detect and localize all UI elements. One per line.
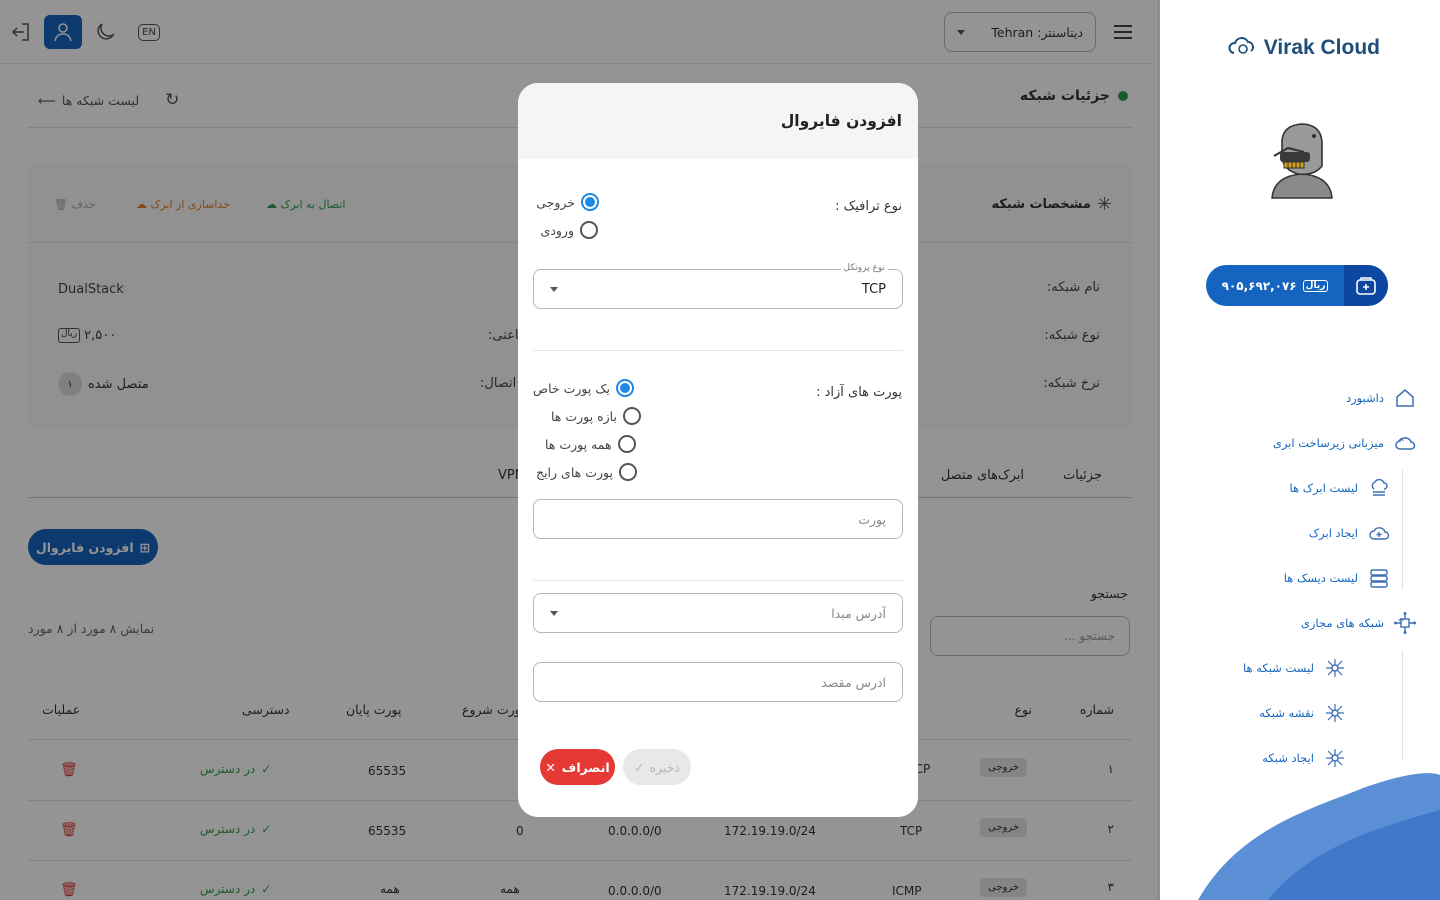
dialog-title: افزودن فایروال	[780, 112, 902, 130]
source-placeholder: آدرس مبدا	[831, 605, 886, 621]
sidebar-item-label: لیست شبکه ها	[1242, 661, 1314, 675]
traffic-option-outbound[interactable]: خروجی	[533, 193, 599, 211]
radio-label: بازه پورت ها	[551, 408, 617, 424]
protocol-select[interactable]: نوع پروتکل TCP	[533, 263, 903, 309]
radio-label: ورودی	[540, 222, 574, 238]
cloud-list-icon	[1366, 475, 1392, 501]
radio-label: همه پورت ها	[545, 436, 612, 452]
network-list-icon	[1322, 655, 1348, 681]
home-icon	[1392, 385, 1418, 411]
radio-label: یک پورت خاص	[533, 380, 611, 396]
cancel-label: انصراف	[561, 759, 610, 775]
wallet-add-icon	[1356, 276, 1376, 295]
radio-unchecked-icon[interactable]	[580, 221, 598, 239]
dialog-header: افزودن فایروال	[518, 83, 918, 159]
check-icon: ✓	[634, 759, 645, 775]
chevron-down-icon	[550, 286, 558, 292]
port-placeholder: پورت	[858, 511, 886, 527]
divider	[533, 580, 903, 581]
radio-label: پورت های رایج	[536, 464, 613, 480]
sidebar-item-virtual-networks[interactable]: شبکه های مجازی ⌃	[1159, 608, 1440, 638]
sidebar-item-label: لیست ابرک ها	[1289, 481, 1358, 495]
cancel-button[interactable]: انصراف ✕	[540, 749, 615, 785]
robot-avatar-icon	[1271, 123, 1333, 199]
divider	[533, 350, 903, 351]
sidebar-item-label: ایجاد شبکه	[1262, 751, 1314, 765]
sidebar-item-create-cloud[interactable]: ایجاد ابرک	[1159, 518, 1440, 548]
sidebar-item-cloud-hosting[interactable]: میزبانی زیرساخت ابری ⌃	[1159, 428, 1440, 458]
destination-address-input[interactable]: ادرس مقصد	[533, 662, 903, 702]
port-option-common[interactable]: پورت های رایج	[536, 463, 637, 481]
brand-name: Virak Cloud	[1263, 36, 1380, 59]
sidebar-item-label: نقشه شبکه	[1259, 706, 1314, 720]
decorative-wave	[1198, 773, 1440, 900]
sidebar-item-network-list[interactable]: لیست شبکه ها	[1159, 653, 1440, 683]
port-option-range[interactable]: بازه پورت ها	[551, 407, 641, 425]
radio-unchecked-icon[interactable]	[617, 435, 636, 453]
radio-checked-icon[interactable]	[616, 379, 635, 397]
sidebar-item-disk-list[interactable]: لیست دیسک ها	[1159, 563, 1440, 593]
chevron-down-icon	[550, 610, 558, 616]
avatar	[1264, 118, 1340, 200]
destination-placeholder: ادرس مقصد	[821, 674, 886, 690]
protocol-value: TCP	[861, 281, 886, 297]
protocol-legend: نوع پروتکل	[840, 263, 888, 273]
add-firewall-dialog: افزودن فایروال نوع ترافیک : خروجی ورودی …	[518, 83, 918, 817]
sidebar-item-create-network[interactable]: ایجاد شبکه	[1159, 743, 1440, 773]
close-icon: ✕	[545, 759, 556, 775]
save-button[interactable]: ذخیره ✓	[623, 749, 691, 785]
wallet-add-button[interactable]	[1344, 265, 1388, 306]
disk-icon	[1366, 565, 1392, 591]
rial-icon: ریال	[1302, 279, 1329, 292]
radio-unchecked-icon[interactable]	[618, 463, 637, 481]
source-address-select[interactable]: آدرس مبدا	[533, 593, 903, 633]
chevron-up-icon[interactable]: ⌃	[1396, 436, 1406, 450]
network-add-icon	[1322, 745, 1348, 771]
sidebar-item-label: میزبانی زیرساخت ابری	[1272, 436, 1384, 450]
wallet-balance[interactable]: ۹۰۵,۶۹۲,۰۷۶ ریال	[1206, 265, 1388, 306]
sidebar-item-dashboard[interactable]: داشبورد	[1159, 383, 1440, 413]
radio-checked-icon[interactable]	[581, 193, 599, 211]
open-ports-label: پورت های آزاد :	[816, 385, 902, 400]
port-option-all[interactable]: همه پورت ها	[545, 435, 636, 453]
wallet-amount-value: ۹۰۵,۶۹۲,۰۷۶	[1221, 278, 1297, 293]
sidebar-item-label: ایجاد ابرک	[1308, 526, 1358, 540]
sidebar-item-label: شبکه های مجازی	[1300, 616, 1384, 630]
port-option-single[interactable]: یک پورت خاص	[533, 379, 635, 397]
network-map-icon	[1322, 700, 1348, 726]
radio-label: خروجی	[536, 194, 575, 210]
cloud-add-icon	[1366, 520, 1392, 546]
brand-logo[interactable]: Virak Cloud	[1228, 36, 1380, 60]
traffic-type-label: نوع ترافیک :	[835, 199, 902, 214]
save-label: ذخیره	[649, 759, 680, 775]
chevron-up-icon[interactable]: ⌃	[1396, 616, 1406, 630]
sidebar-item-label: لیست دیسک ها	[1283, 571, 1358, 585]
sidebar-item-network-map[interactable]: نقشه شبکه	[1159, 698, 1440, 728]
sidebar-item-cloud-list[interactable]: لیست ابرک ها	[1159, 473, 1440, 503]
traffic-option-inbound[interactable]: ورودی	[538, 221, 598, 239]
radio-unchecked-icon[interactable]	[622, 407, 641, 425]
sidebar-item-label: داشبورد	[1345, 391, 1384, 405]
virak-logo-icon	[1228, 37, 1254, 54]
sidebar: Virak Cloud ۹۰۵,۶۹۲,۰۷۶ ریال داشبورد میز…	[1158, 0, 1440, 900]
port-input[interactable]: پورت	[533, 499, 903, 539]
wallet-amount: ۹۰۵,۶۹۲,۰۷۶ ریال	[1206, 279, 1344, 293]
